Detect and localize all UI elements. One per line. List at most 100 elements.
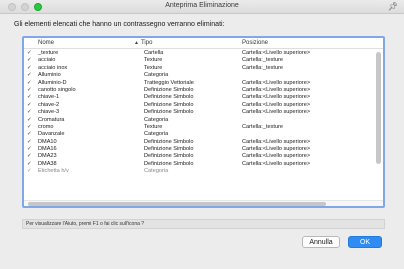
table-row[interactable]: ✓ Cromatura Categoria bbox=[24, 117, 383, 124]
cell-type: Tratteggio Vettoriale bbox=[144, 79, 194, 86]
title-bar[interactable]: Anteprima Eliminazione 📌︎ bbox=[0, 0, 404, 14]
checkmark-icon[interactable]: ✓ bbox=[27, 109, 35, 116]
cell-position: Cartella:<Livello superiore> bbox=[242, 146, 311, 153]
cell-name: Davanzale bbox=[38, 131, 65, 138]
horizontal-scrollbar-track[interactable] bbox=[24, 200, 383, 206]
sort-ascending-icon: ▲ bbox=[134, 40, 139, 46]
cell-position: Cartella:_texture bbox=[242, 64, 284, 71]
table-row[interactable]: ✓ Davanzale Categoria bbox=[24, 131, 383, 138]
list-header: Nome ▲ Tipo Posizione bbox=[24, 38, 383, 49]
table-row[interactable]: ✓ canotto singolo Definizione Simbolo Carte… bbox=[24, 87, 383, 94]
cell-type: Texture bbox=[144, 123, 163, 130]
cell-type: Definizione Simbolo bbox=[144, 101, 194, 108]
checkmark-icon[interactable]: ✓ bbox=[27, 102, 35, 109]
table-row[interactable]: ✓ Etichetta h/v Categoria bbox=[24, 168, 383, 175]
cell-name: _texture bbox=[38, 50, 59, 56]
cell-type: Categoria bbox=[144, 116, 169, 123]
checkmark-icon[interactable]: ✓ bbox=[27, 87, 35, 94]
table-row[interactable]: ✓ acciaio Texture Cartella:_texture bbox=[24, 57, 383, 64]
ok-button[interactable]: OK bbox=[348, 236, 382, 248]
table-row[interactable]: ✓ acciaio inox Texture Cartella:_texture bbox=[24, 65, 383, 72]
cell-type: Cartella bbox=[144, 50, 164, 56]
cell-type: Categoria bbox=[144, 131, 169, 138]
cell-type: Definizione Simbolo bbox=[144, 160, 194, 167]
cell-name: chiave-2 bbox=[38, 101, 60, 108]
table-row[interactable]: ✓ _texture Cartella Cartella:<Livello super… bbox=[24, 50, 383, 57]
table-row[interactable]: ✓ chiave-1 Definizione Simbolo Cartella:<Li… bbox=[24, 94, 383, 101]
table-row[interactable]: ✓ DMA16 Definizione Simbolo Cartella:<Livel… bbox=[24, 146, 383, 153]
pin-icon[interactable]: 📌︎ bbox=[388, 2, 398, 11]
elements-list[interactable]: Nome ▲ Tipo Posizione ✓ _texture Cartella Ca… bbox=[22, 36, 385, 208]
vertical-scrollbar[interactable] bbox=[376, 52, 381, 164]
horizontal-scrollbar-thumb[interactable] bbox=[28, 202, 326, 206]
dialog-window: Anteprima Eliminazione 📌︎ Gli elementi e… bbox=[0, 0, 404, 269]
cell-type: Texture bbox=[144, 57, 163, 64]
cell-position: Cartella:<Livello superiore> bbox=[242, 94, 311, 101]
cell-type: Definizione Simbolo bbox=[144, 146, 194, 153]
table-row[interactable]: ✓ DMA38 Definizione Simbolo Cartella:<Livel… bbox=[24, 161, 383, 168]
table-row[interactable]: ✓ Alluminio-D Tratteggio Vettoriale Cartell… bbox=[24, 80, 383, 87]
cell-name: DMA23 bbox=[38, 153, 57, 160]
cell-position: Cartella:<Livello superiore> bbox=[242, 79, 311, 86]
cell-name: Alluminio bbox=[38, 72, 61, 79]
cell-name: Etichetta h/v bbox=[38, 168, 69, 175]
cell-position: Cartella:<Livello superiore> bbox=[242, 109, 311, 116]
checkmark-icon[interactable]: ✓ bbox=[27, 57, 35, 64]
checkmark-icon[interactable]: ✓ bbox=[27, 124, 35, 131]
cell-name: chiave-3 bbox=[38, 109, 60, 116]
cell-position: Cartella:<Livello superiore> bbox=[242, 101, 311, 108]
cell-position: Cartella:<Livello superiore> bbox=[242, 50, 311, 56]
cell-type: Categoria bbox=[144, 72, 169, 79]
checkmark-icon[interactable]: ✓ bbox=[27, 50, 35, 57]
table-row[interactable]: ✓ DMA10 Definizione Simbolo Cartella:<Livel… bbox=[24, 139, 383, 146]
cell-type: Categoria bbox=[144, 168, 169, 175]
list-rows: ✓ _texture Cartella Cartella:<Livello super… bbox=[24, 50, 383, 176]
checkmark-icon[interactable]: ✓ bbox=[27, 80, 35, 87]
cell-position: Cartella:<Livello superiore> bbox=[242, 86, 311, 93]
cell-name: acciaio bbox=[38, 57, 56, 64]
table-row[interactable]: ✓ chiave-2 Definizione Simbolo Cartella:<Li… bbox=[24, 102, 383, 109]
column-header-type-label: Tipo bbox=[140, 40, 153, 46]
checkmark-icon[interactable]: ✓ bbox=[27, 131, 35, 138]
cell-position: Cartella:_texture bbox=[242, 123, 284, 130]
help-status-bar: Per visualizzare l'Aiuto, premi F1 o fai… bbox=[22, 219, 385, 229]
checkmark-icon[interactable]: ✓ bbox=[27, 94, 35, 101]
cell-type: Definizione Simbolo bbox=[144, 94, 194, 101]
cell-name: Cromatura bbox=[38, 116, 65, 123]
column-header-name[interactable]: Nome bbox=[38, 40, 54, 46]
cell-type: Definizione Simbolo bbox=[144, 138, 194, 145]
cell-name: chiave-1 bbox=[38, 94, 60, 101]
cancel-button[interactable]: Annulla bbox=[302, 236, 340, 248]
column-header-position[interactable]: Posizione bbox=[242, 40, 268, 46]
cell-name: Alluminio-D bbox=[38, 79, 67, 86]
cell-position: Cartella:_texture bbox=[242, 57, 284, 64]
cell-position: Cartella:<Livello superiore> bbox=[242, 138, 311, 145]
checkmark-icon[interactable]: ✓ bbox=[27, 161, 35, 168]
column-header-type[interactable]: ▲ Tipo bbox=[134, 40, 152, 46]
checkmark-icon[interactable]: ✓ bbox=[27, 117, 35, 124]
table-row[interactable]: ✓ Alluminio Categoria bbox=[24, 72, 383, 79]
table-row[interactable]: ✓ DMA23 Definizione Simbolo Cartella:<Livel… bbox=[24, 153, 383, 160]
table-row[interactable]: ✓ chiave-3 Definizione Simbolo Cartella:<Li… bbox=[24, 109, 383, 116]
cell-name: DMA10 bbox=[38, 138, 57, 145]
checkmark-icon[interactable]: ✓ bbox=[27, 168, 35, 175]
table-row[interactable]: ✓ cromo Texture Cartella:_texture bbox=[24, 124, 383, 131]
cell-type: Texture bbox=[144, 64, 163, 71]
instruction-message: Gli elementi elencati che hanno un contr… bbox=[14, 21, 225, 28]
checkmark-icon[interactable]: ✓ bbox=[27, 153, 35, 160]
cell-type: Definizione Simbolo bbox=[144, 109, 194, 116]
cell-type: Definizione Simbolo bbox=[144, 86, 194, 93]
checkmark-icon[interactable]: ✓ bbox=[27, 146, 35, 153]
cell-name: acciaio inox bbox=[38, 64, 68, 71]
checkmark-icon[interactable]: ✓ bbox=[27, 72, 35, 79]
cell-name: DMA16 bbox=[38, 146, 57, 153]
cell-name: cromo bbox=[38, 123, 54, 130]
window-title: Anteprima Eliminazione bbox=[165, 2, 239, 9]
checkmark-icon[interactable]: ✓ bbox=[27, 139, 35, 146]
cell-position: Cartella:<Livello superiore> bbox=[242, 160, 311, 167]
cell-name: canotto singolo bbox=[38, 86, 76, 93]
cell-name: DMA38 bbox=[38, 160, 57, 167]
cell-position: Cartella:<Livello superiore> bbox=[242, 153, 311, 160]
cell-type: Definizione Simbolo bbox=[144, 153, 194, 160]
checkmark-icon[interactable]: ✓ bbox=[27, 65, 35, 72]
